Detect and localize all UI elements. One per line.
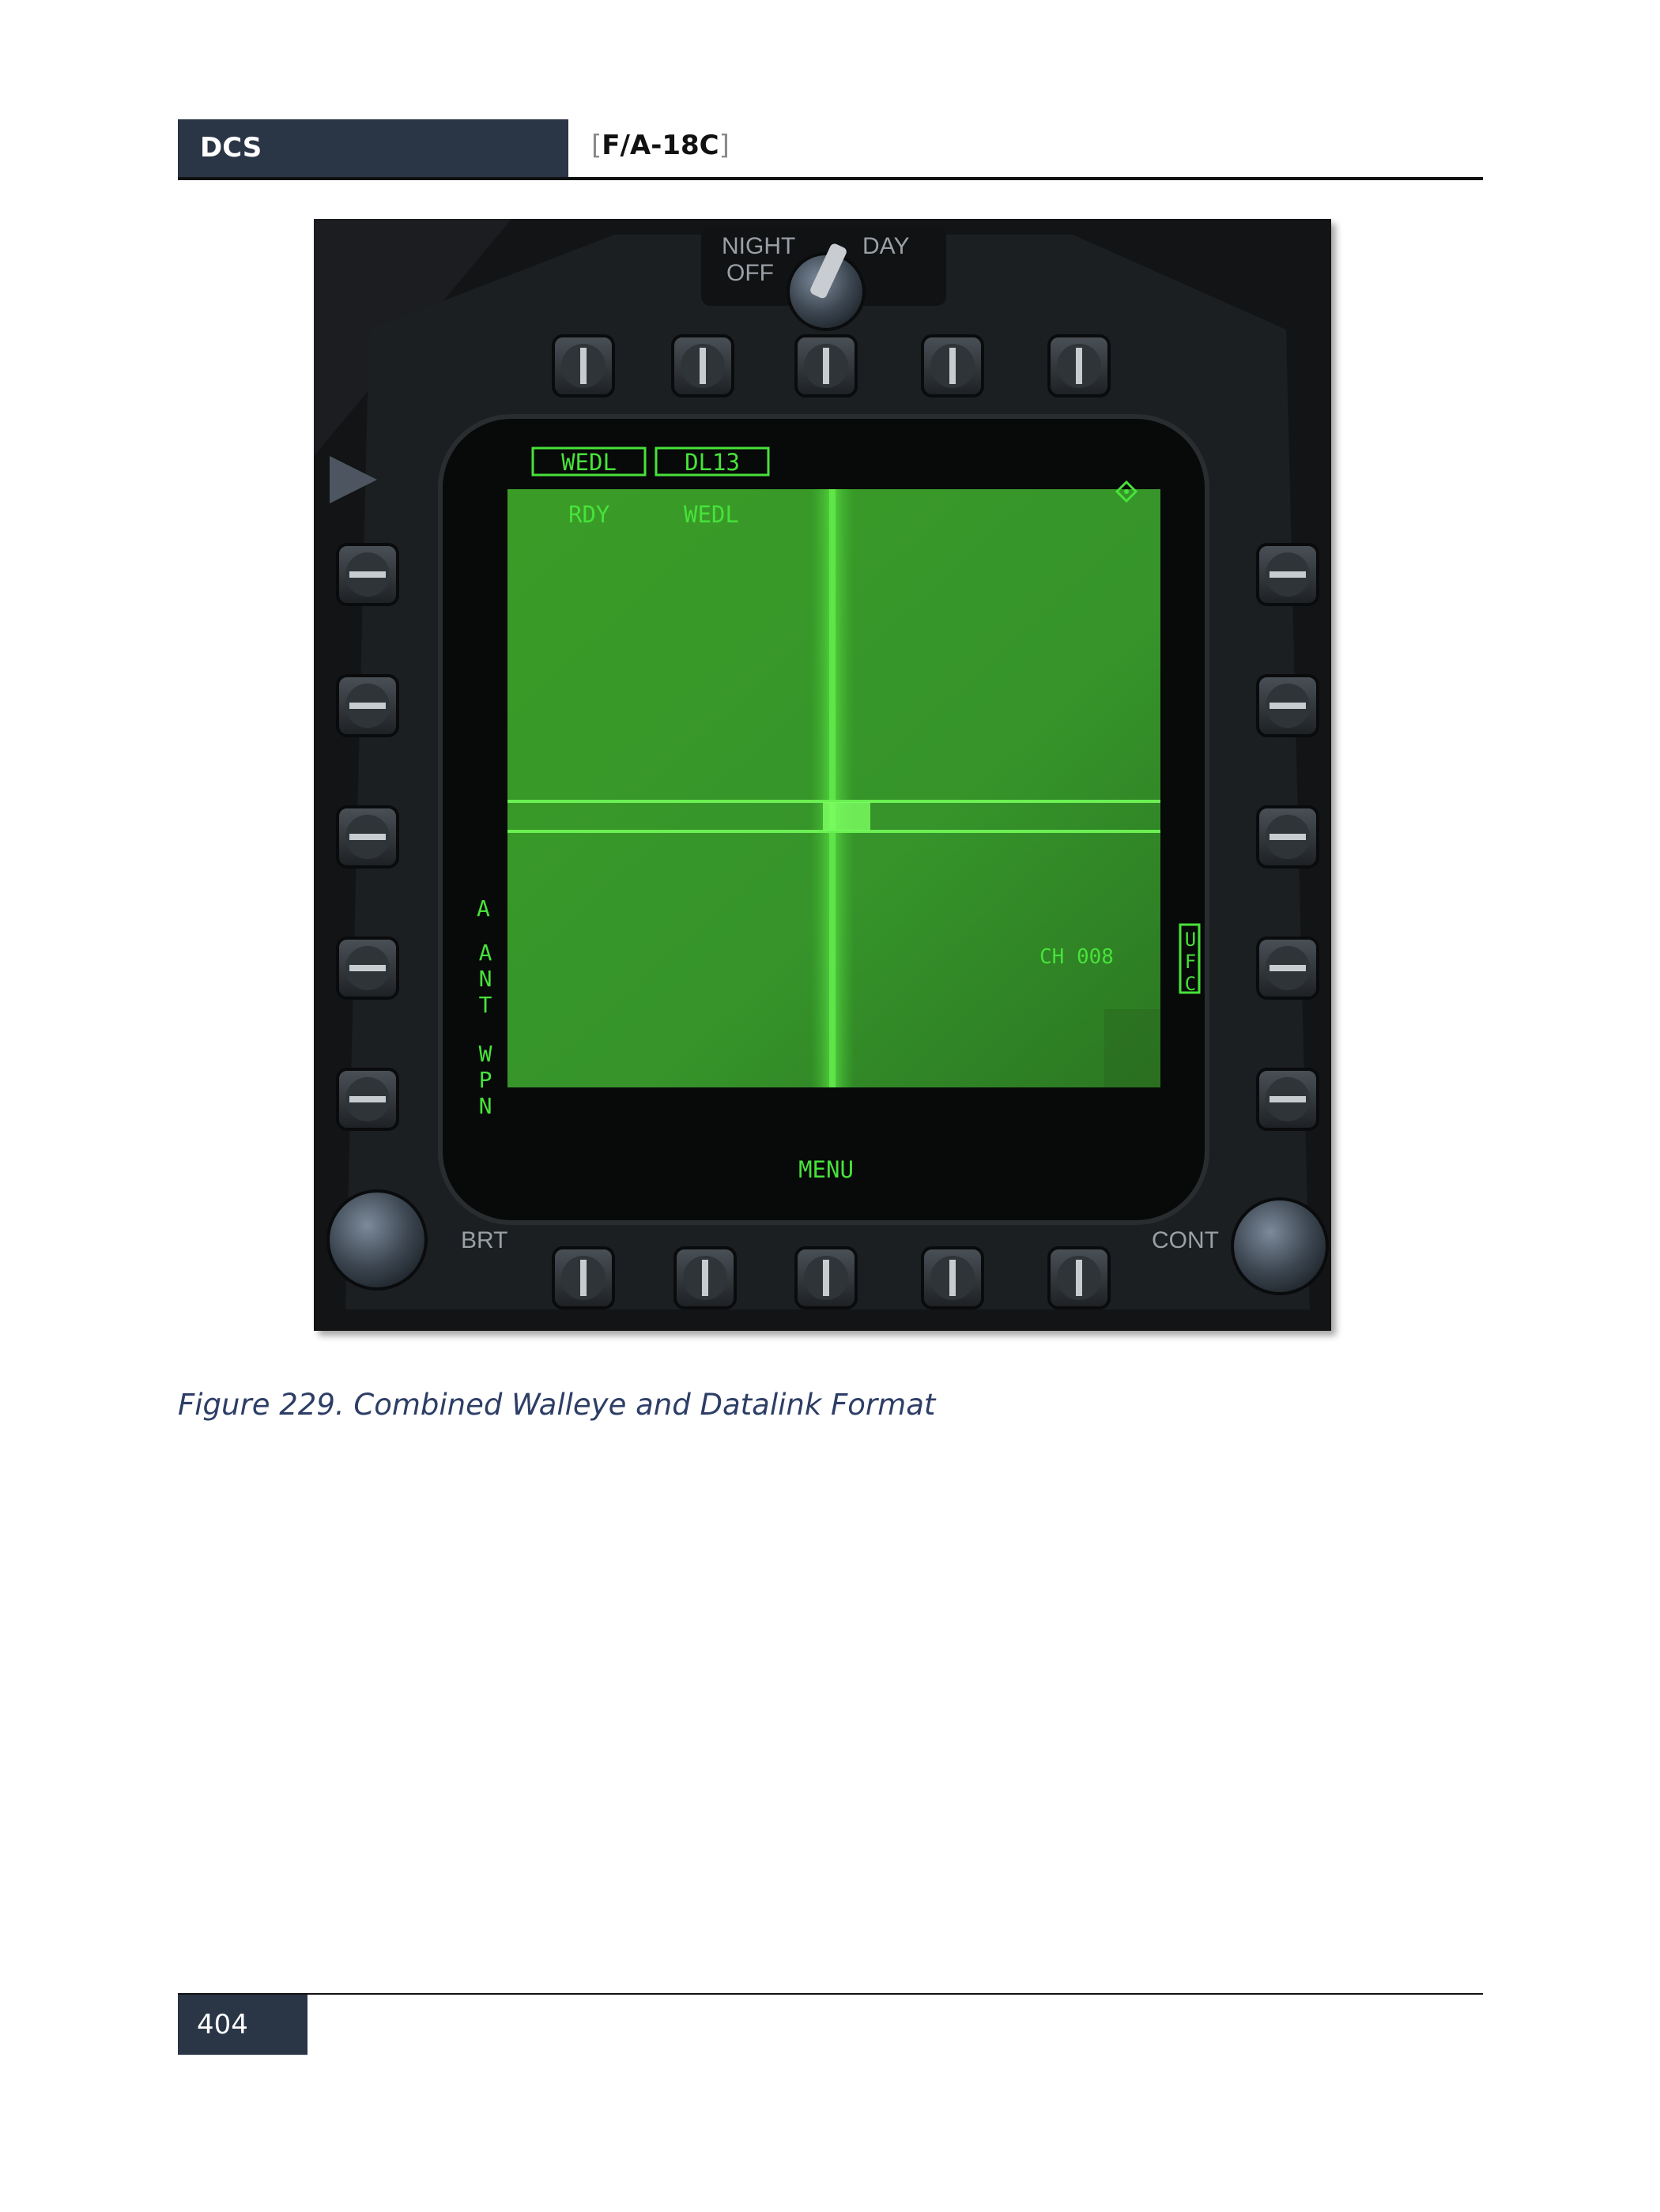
osb-left-5[interactable] [336, 1068, 399, 1131]
osb-right-1[interactable] [1256, 543, 1319, 606]
rdy-status: RDY [568, 501, 609, 528]
osb-bottom-4[interactable] [921, 1246, 984, 1309]
header-left-label: DCS [200, 132, 262, 164]
osb-left-2[interactable] [336, 674, 399, 737]
header-section-tab: DCS [178, 119, 568, 178]
mfd-figure: NIGHT OFF DAY BRT CONT WEDL DL13 RDY WED… [314, 219, 1331, 1331]
cont-knob[interactable] [1231, 1197, 1329, 1295]
walleye-video [507, 489, 1160, 1087]
wedl-status: WEDL [684, 501, 739, 528]
left-ant-label: ANT [473, 940, 499, 1018]
header-rule [178, 177, 1483, 180]
brt-label: BRT [461, 1227, 507, 1253]
footer-rule [178, 1993, 1483, 1995]
cont-label: CONT [1152, 1227, 1219, 1253]
knob-off-label: OFF [726, 260, 774, 286]
osb-right-5[interactable] [1256, 1068, 1319, 1131]
osb-left-4[interactable] [336, 936, 399, 1000]
ufc-label: UFC [1179, 929, 1202, 995]
osb-bottom-3[interactable] [794, 1246, 858, 1309]
osb-left-1[interactable] [336, 543, 399, 606]
bracket-close: ] [719, 130, 730, 161]
brt-knob[interactable] [326, 1189, 428, 1291]
left-wpn-label: WPN [473, 1041, 499, 1119]
bracket-open: [ [591, 130, 602, 161]
osb-top-3[interactable] [794, 334, 858, 398]
osb-bottom-2[interactable] [673, 1246, 737, 1309]
menu-label[interactable]: MENU [798, 1156, 854, 1183]
osb-bottom-1[interactable] [552, 1246, 615, 1309]
osb-top-1[interactable] [552, 334, 615, 398]
dl13-box-label: DL13 [685, 449, 740, 476]
left-a-label: A [477, 895, 490, 921]
osb-top-5[interactable] [1047, 334, 1111, 398]
osb-right-3[interactable] [1256, 805, 1319, 869]
knob-night-label: NIGHT [722, 233, 795, 259]
osb-left-3[interactable] [336, 805, 399, 869]
knob-day-label: DAY [862, 233, 909, 259]
osb-bottom-5[interactable] [1047, 1246, 1111, 1309]
wedl-box-label: WEDL [561, 449, 617, 476]
channel-readout: CH 008 [1039, 945, 1114, 969]
header-title: [F/A-18C] [591, 130, 730, 161]
osb-top-2[interactable] [671, 334, 734, 398]
osb-right-2[interactable] [1256, 674, 1319, 737]
figure-caption: Figure 229. Combined Walleye and Datalin… [178, 1388, 936, 1422]
osb-right-4[interactable] [1256, 936, 1319, 1000]
aim-point [823, 802, 870, 831]
page-number: 404 [197, 2009, 248, 2041]
footer-page-box: 404 [178, 1995, 307, 2055]
osb-top-4[interactable] [921, 334, 984, 398]
header-title-text: F/A-18C [602, 130, 719, 161]
